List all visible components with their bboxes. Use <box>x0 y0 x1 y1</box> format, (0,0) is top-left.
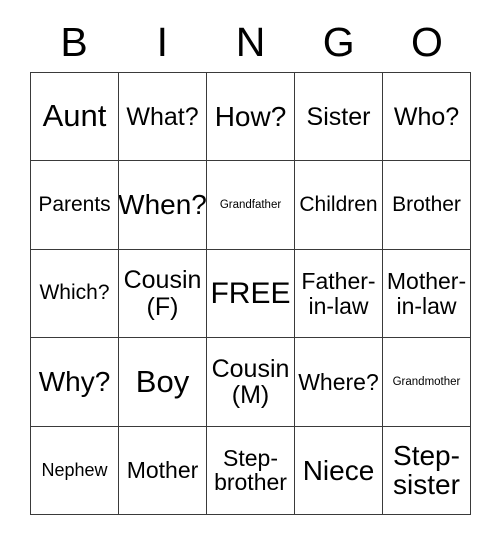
bingo-grid: Aunt What? How? Sister Who? Parents When… <box>30 72 471 516</box>
bingo-cell[interactable]: Sister <box>295 73 383 162</box>
bingo-cell[interactable]: Cousin (F) <box>119 249 207 339</box>
bingo-cell-label: Step- sister <box>393 439 460 501</box>
bingo-row: Nephew Mother Step- brother Niece Step- … <box>31 426 471 516</box>
bingo-cell[interactable]: Who? <box>383 73 471 162</box>
bingo-header-row: B I N G O <box>30 16 471 68</box>
bingo-cell-label: Where? <box>298 368 379 395</box>
bingo-cell[interactable]: Aunt <box>31 73 119 162</box>
bingo-cell-label: Which? <box>39 281 110 305</box>
bingo-cell-label: Grandmother <box>392 375 461 388</box>
bingo-cell-label: Mother <box>126 457 199 484</box>
bingo-free-label: FREE <box>210 276 291 310</box>
bingo-cell-label: Brother <box>392 193 461 217</box>
bingo-cell-label: Step- brother <box>214 445 287 496</box>
bingo-cell[interactable]: Where? <box>295 338 383 427</box>
bingo-cell[interactable]: Mother- in-law <box>383 249 471 339</box>
bingo-header-letter-n: N <box>235 18 266 65</box>
bingo-cell-label: Parents <box>38 193 111 217</box>
bingo-cell-label: What? <box>126 102 199 131</box>
bingo-cell-label: Sister <box>306 102 371 131</box>
bingo-cell-label: Who? <box>393 102 460 131</box>
bingo-cell[interactable]: Mother <box>119 426 207 516</box>
bingo-cell-label: Father- in-law <box>301 268 376 319</box>
bingo-header-letter-i: I <box>156 18 168 65</box>
bingo-cell[interactable]: Niece <box>295 426 383 516</box>
bingo-cell-label: Grandfather <box>219 198 282 211</box>
bingo-cell[interactable]: Grandmother <box>383 338 471 427</box>
bingo-header-letter-o: O <box>410 18 443 65</box>
bingo-cell[interactable]: When? <box>119 161 207 250</box>
bingo-cell-label: Nephew <box>41 459 108 480</box>
bingo-cell[interactable]: Grandfather <box>207 161 295 250</box>
bingo-cell[interactable]: Nephew <box>31 426 119 516</box>
bingo-cell[interactable]: Parents <box>31 161 119 250</box>
bingo-header-letter-b: B <box>60 18 88 65</box>
bingo-card: B I N G O Aunt What? How? Sister Who? Pa… <box>0 0 500 544</box>
bingo-row: Which? Cousin (F) FREE Father- in-law Mo… <box>31 249 471 339</box>
bingo-cell-label: When? <box>119 189 207 221</box>
bingo-cell-label: Why? <box>38 366 111 398</box>
bingo-cell[interactable]: Brother <box>383 161 471 250</box>
bingo-cell-label: Aunt <box>42 98 107 134</box>
bingo-row: Parents When? Grandfather Children Broth… <box>31 161 471 250</box>
bingo-cell[interactable]: Children <box>295 161 383 250</box>
bingo-cell[interactable]: Father- in-law <box>295 249 383 339</box>
bingo-cell-label: Mother- in-law <box>386 268 467 319</box>
bingo-row: Aunt What? How? Sister Who? <box>31 73 471 162</box>
bingo-cell[interactable]: What? <box>119 73 207 162</box>
bingo-cell-label: Children <box>299 193 378 217</box>
bingo-cell-label: Cousin (F) <box>123 266 202 321</box>
bingo-cell[interactable]: Step- sister <box>383 426 471 516</box>
bingo-cell[interactable]: How? <box>207 73 295 162</box>
bingo-cell-label: Cousin (M) <box>211 354 290 409</box>
bingo-cell[interactable]: Which? <box>31 249 119 339</box>
bingo-row: Why? Boy Cousin (M) Where? Grandmother <box>31 338 471 427</box>
bingo-cell[interactable]: Cousin (M) <box>207 338 295 427</box>
bingo-cell-label: How? <box>214 101 287 132</box>
bingo-cell[interactable]: Boy <box>119 338 207 427</box>
bingo-cell-label: Boy <box>135 363 190 399</box>
bingo-cell-label: Niece <box>302 454 375 486</box>
bingo-header-letter-g: G <box>322 18 355 65</box>
bingo-cell[interactable]: Step- brother <box>207 426 295 516</box>
bingo-cell-free[interactable]: FREE <box>207 249 295 339</box>
bingo-cell[interactable]: Why? <box>31 338 119 427</box>
